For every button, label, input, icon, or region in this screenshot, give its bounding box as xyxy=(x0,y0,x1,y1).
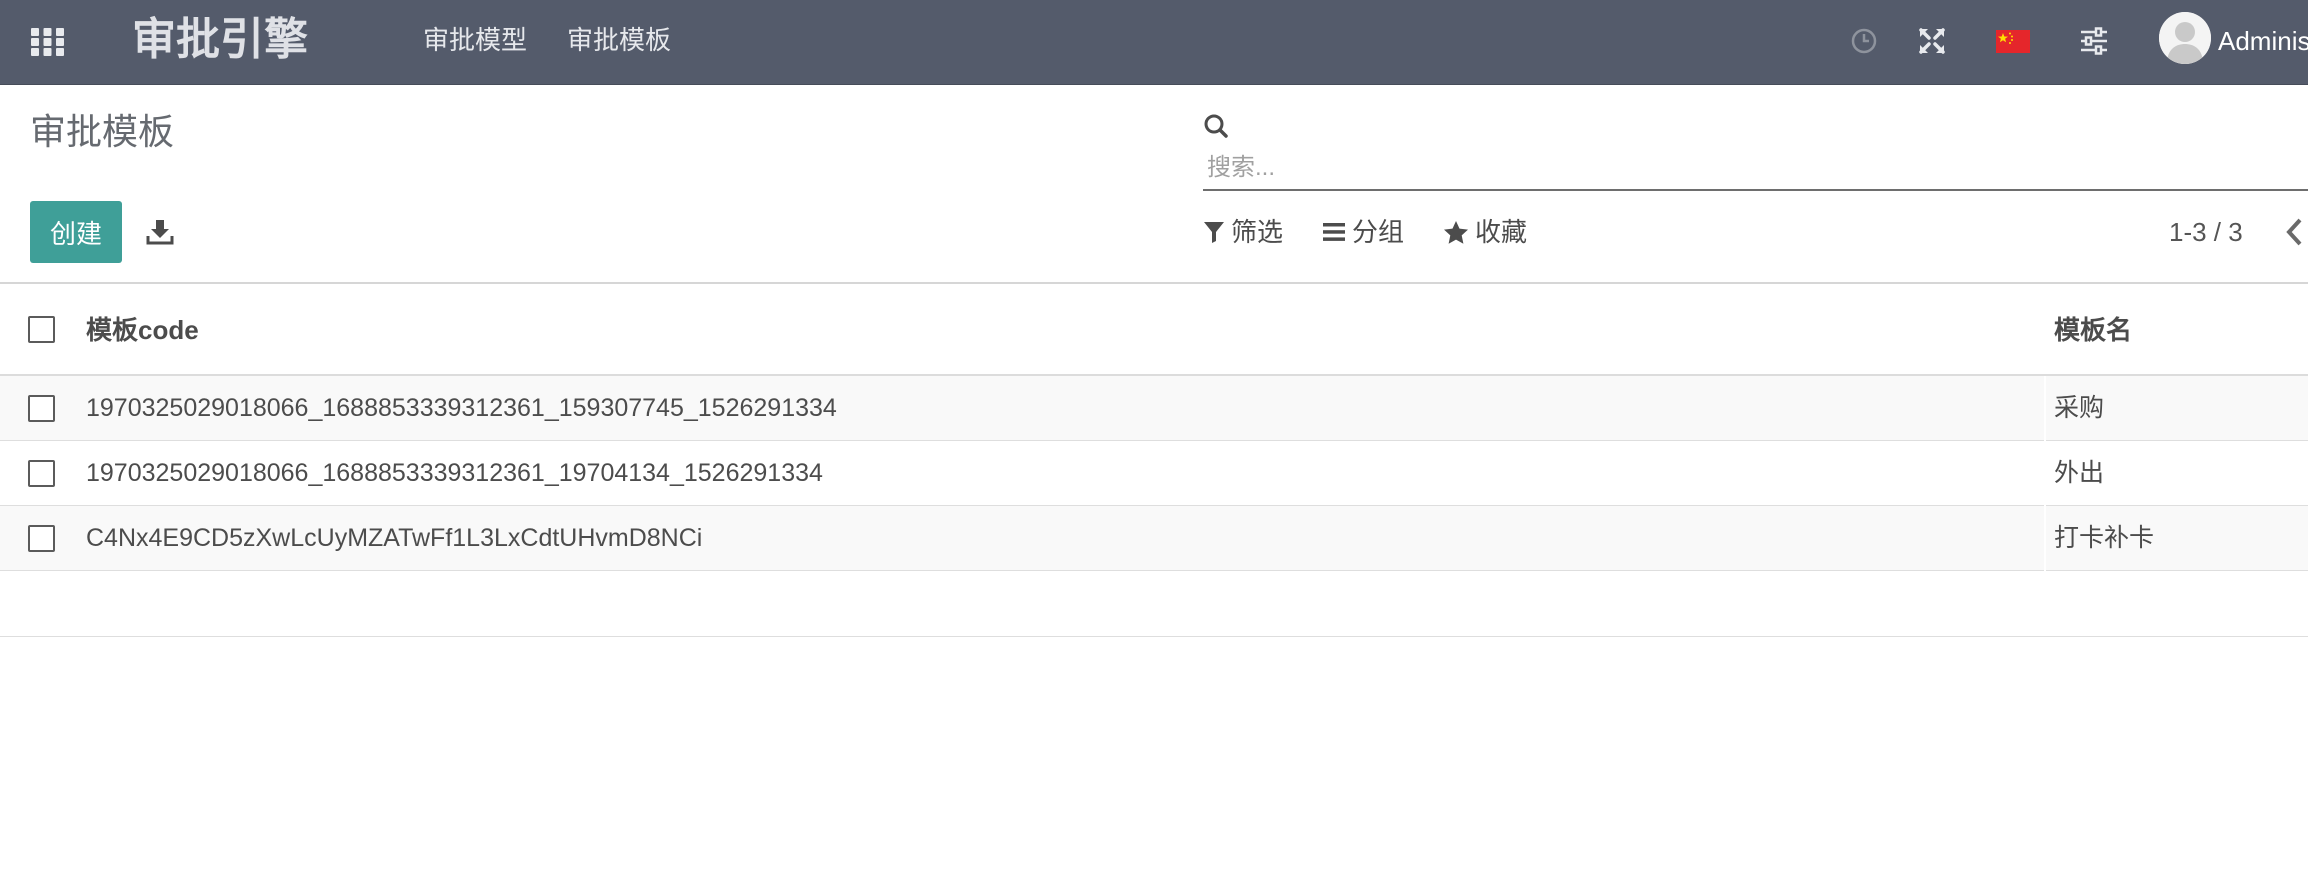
group-by-button[interactable]: 分组 xyxy=(1322,212,1404,252)
chevron-left-icon[interactable] xyxy=(2280,214,2308,250)
cell-name: 打卡补卡 xyxy=(2054,524,2155,552)
menu-approval-model[interactable]: 审批模型 xyxy=(423,21,527,59)
empty-row xyxy=(0,572,2308,637)
group-by-label: 分组 xyxy=(1352,217,1405,247)
expand-icon[interactable] xyxy=(1913,22,1951,60)
clock-icon[interactable] xyxy=(1845,22,1883,60)
table-row[interactable]: C4Nx4E9CD5zXwLcUyMZATwFf1L3LxCdtUHvmD8NC… xyxy=(0,506,2308,571)
row-checkbox[interactable] xyxy=(28,395,55,422)
filter-icon xyxy=(1204,222,1224,243)
list-header: 模板code 模板名 xyxy=(0,284,2308,376)
favorites-button[interactable]: 收藏 xyxy=(1443,212,1527,252)
search-input[interactable] xyxy=(1203,146,2308,191)
list-icon xyxy=(1323,223,1345,241)
page-title: 审批模板 xyxy=(30,111,175,152)
china-flag-icon[interactable] xyxy=(1994,22,2032,60)
create-button[interactable]: 创建 xyxy=(30,201,122,263)
user-avatar[interactable] xyxy=(2159,12,2211,64)
top-navbar: 审批引擎 审批模型 审批模板 Adminis xyxy=(0,0,2308,85)
cell-name: 采购 xyxy=(2054,394,2105,422)
table-row[interactable]: 1970325029018066_1688853339312361_197041… xyxy=(0,441,2308,506)
row-checkbox[interactable] xyxy=(28,525,55,552)
menu-approval-template[interactable]: 审批模板 xyxy=(567,21,671,59)
table-row[interactable]: 1970325029018066_1688853339312361_159307… xyxy=(0,376,2308,441)
filter-label: 筛选 xyxy=(1231,217,1284,247)
select-all-checkbox[interactable] xyxy=(28,316,55,343)
cell-code: 1970325029018066_1688853339312361_159307… xyxy=(86,394,837,422)
favorites-label: 收藏 xyxy=(1475,217,1528,247)
app-brand-title[interactable]: 审批引擎 xyxy=(132,12,308,68)
column-header-name[interactable]: 模板名 xyxy=(2054,310,2132,350)
column-header-code[interactable]: 模板code xyxy=(86,310,199,350)
row-checkbox[interactable] xyxy=(28,460,55,487)
cell-name: 外出 xyxy=(2054,459,2105,487)
star-icon xyxy=(1444,220,1468,244)
user-name[interactable]: Administrator xyxy=(2218,22,2308,60)
cell-code: 1970325029018066_1688853339312361_197041… xyxy=(86,459,823,487)
search-icon xyxy=(1204,114,1228,138)
download-icon[interactable] xyxy=(145,216,175,246)
filter-button[interactable]: 筛选 xyxy=(1203,212,1283,252)
column-separator xyxy=(2044,376,2046,571)
apps-grid-icon[interactable] xyxy=(29,23,66,60)
pager-value[interactable]: 1-3 / 3 xyxy=(2169,212,2243,252)
cell-code: C4Nx4E9CD5zXwLcUyMZATwFf1L3LxCdtUHvmD8NC… xyxy=(86,524,703,552)
sliders-icon[interactable] xyxy=(2075,22,2113,60)
